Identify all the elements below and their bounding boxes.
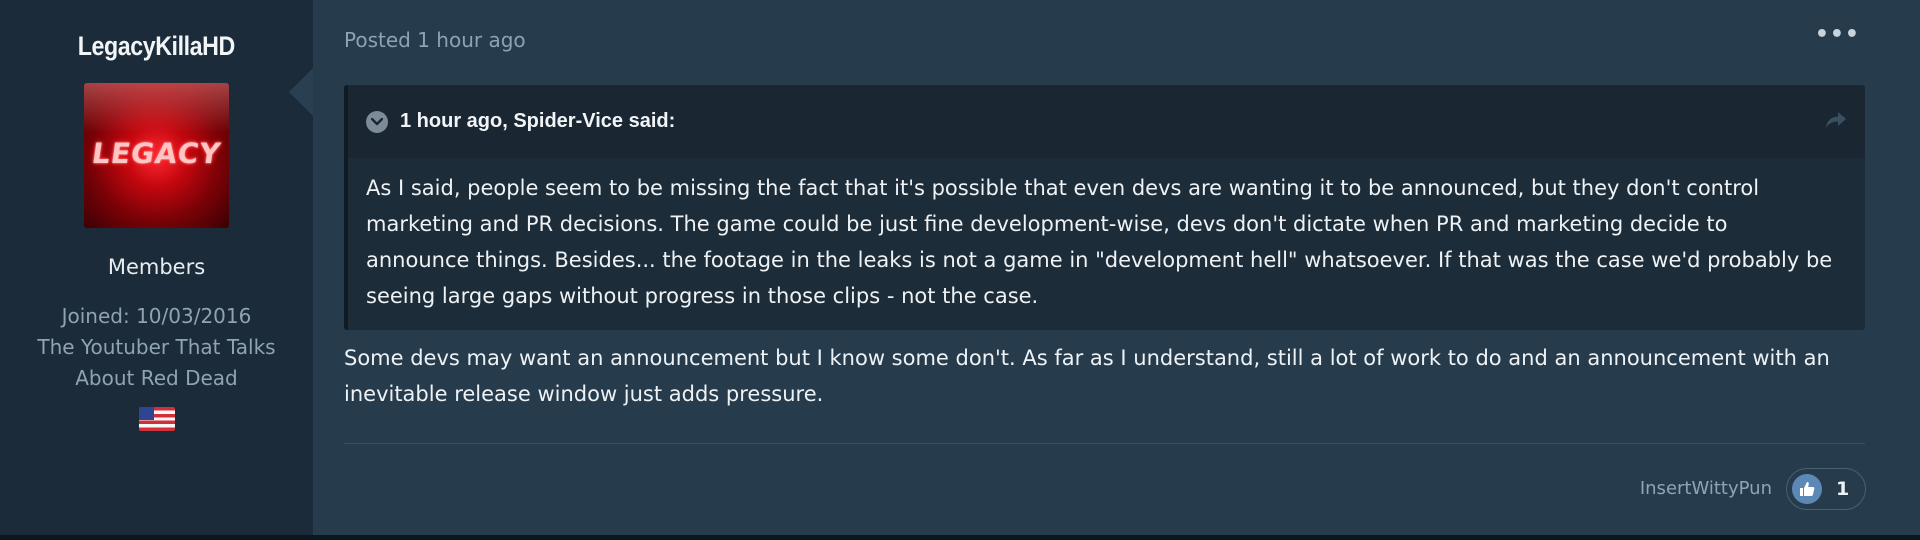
like-count: 1 — [1836, 478, 1850, 500]
quote-header: 1 hour ago, Spider-Vice said: — [348, 85, 1865, 158]
forum-post: LegacyKillaHD LEGACY Members Joined: 10/… — [0, 0, 1920, 540]
thumbs-up-icon — [1792, 474, 1822, 504]
share-arrow-svg — [1826, 112, 1846, 128]
reaction-user-link[interactable]: InsertWittyPun — [1640, 478, 1772, 499]
post-divider — [344, 443, 1865, 444]
quote-block: 1 hour ago, Spider-Vice said: As I said,… — [344, 85, 1865, 330]
post-timestamp[interactable]: Posted 1 hour ago — [344, 28, 526, 52]
post-content: Posted 1 hour ago ••• 1 hour ago, Spider… — [313, 0, 1920, 535]
avatar[interactable]: LEGACY — [84, 83, 229, 228]
author-joined: Joined: 10/03/2016 — [61, 304, 252, 328]
flag-canton — [138, 407, 154, 420]
author-meta: Joined: 10/03/2016 The Youtuber That Tal… — [37, 301, 275, 394]
quote-body: As I said, people seem to be missing the… — [366, 176, 1833, 308]
chevron-down-icon[interactable] — [366, 110, 388, 133]
share-arrow-icon[interactable] — [1825, 110, 1847, 135]
post-pointer-arrow — [289, 68, 313, 116]
author-name[interactable]: LegacyKillaHD — [78, 28, 235, 64]
more-options-button[interactable]: ••• — [1815, 22, 1860, 47]
thumbs-up-svg — [1800, 482, 1815, 496]
avatar-logo-text: LEGACY — [89, 137, 224, 170]
post-body: Some devs may want an announcement but I… — [344, 346, 1830, 406]
author-title-line-1: The Youtuber That Talks — [37, 335, 276, 359]
us-flag-icon — [138, 407, 175, 431]
like-reaction-button[interactable]: 1 — [1786, 468, 1866, 510]
author-group: Members — [107, 255, 206, 279]
avatar-flare — [84, 83, 229, 133]
author-panel: LegacyKillaHD LEGACY Members Joined: 10/… — [0, 0, 313, 535]
chevron-down-svg — [371, 117, 383, 125]
author-title-line-2: About Red Dead — [75, 366, 238, 390]
quote-citation[interactable]: 1 hour ago, Spider-Vice said: — [400, 110, 675, 133]
